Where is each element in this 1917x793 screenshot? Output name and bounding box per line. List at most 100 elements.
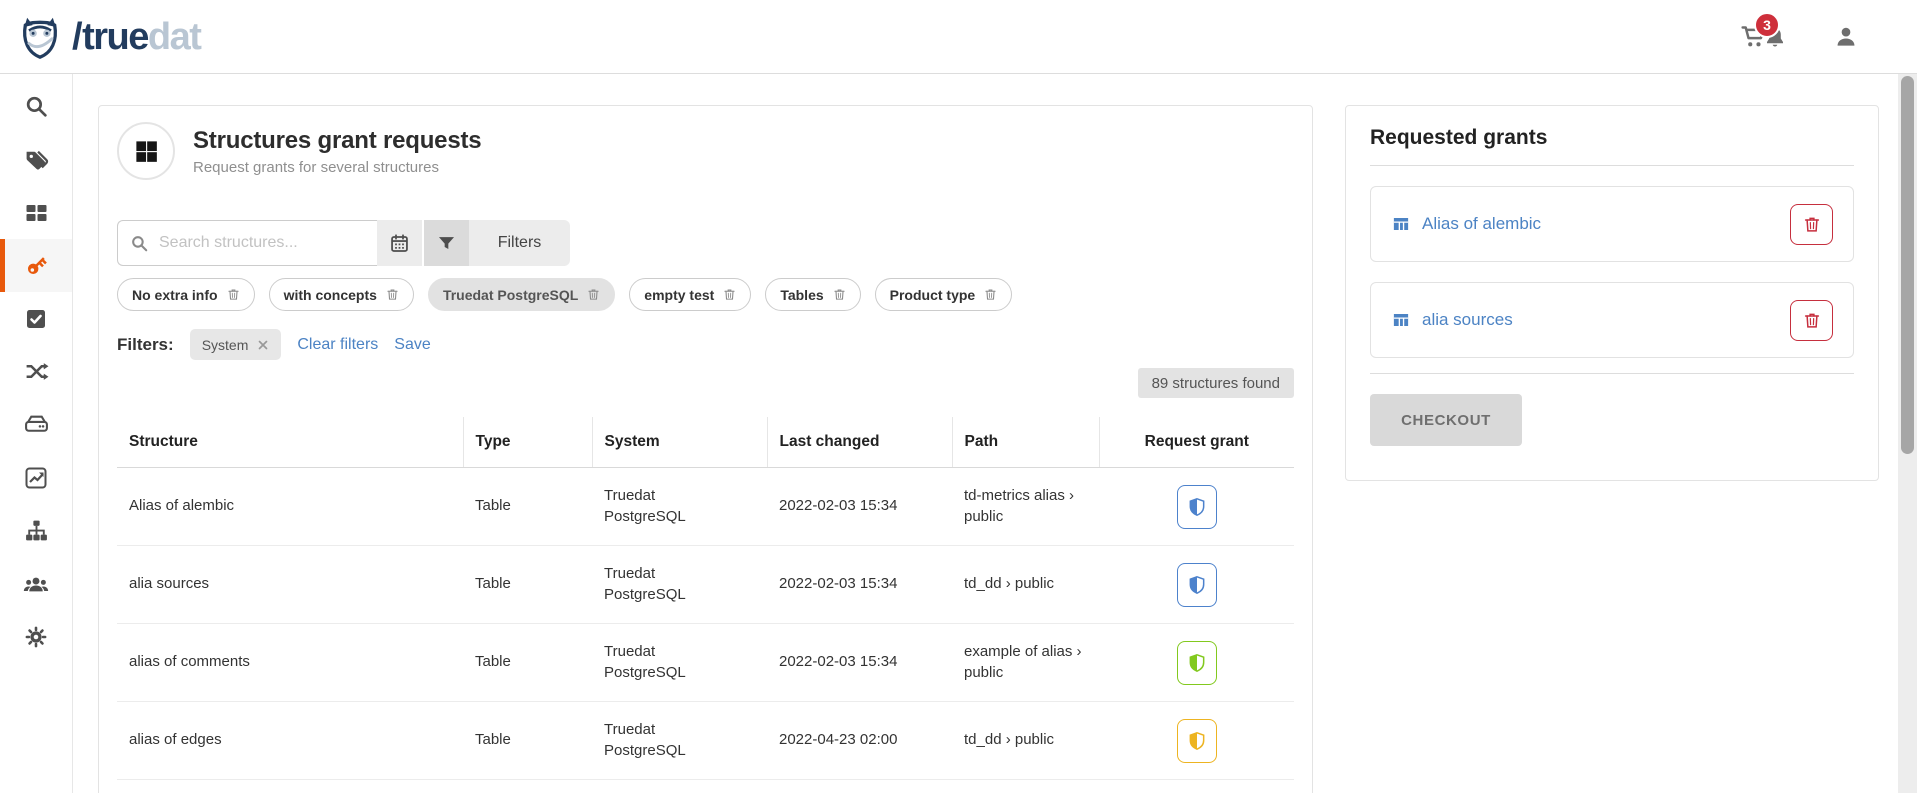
filter-chip[interactable]: Truedat PostgreSQL <box>428 278 615 311</box>
sidebar-item-relations[interactable] <box>0 345 72 398</box>
column-header-path[interactable]: Path <box>952 417 1099 468</box>
vertical-scrollbar[interactable] <box>1898 74 1917 793</box>
trash-icon[interactable] <box>227 288 240 301</box>
clear-filters-link[interactable]: Clear filters <box>297 336 378 354</box>
cell-path: td_dd › public <box>952 546 1099 624</box>
table-header-row: Structure Type System Last changed Path … <box>117 417 1294 468</box>
user-icon <box>1833 24 1859 50</box>
cell-last-changed: 2022-02-03 15:34 <box>767 546 952 624</box>
date-filter-button[interactable] <box>377 220 422 266</box>
panel-divider <box>1370 373 1854 374</box>
cell-last-changed: 2022-02-03 15:34 <box>767 468 952 546</box>
delete-grant-button[interactable] <box>1790 300 1833 341</box>
shield-icon <box>1187 496 1207 518</box>
request-grant-button[interactable] <box>1177 563 1217 607</box>
request-grant-button[interactable] <box>1177 485 1217 529</box>
search-bar: Filters <box>117 220 570 266</box>
filter-chip-label: Tables <box>780 287 823 303</box>
card-header: Structures grant requests Request grants… <box>117 122 1294 180</box>
filters-label: Filters: <box>117 335 174 355</box>
column-header-structure[interactable]: Structure <box>117 417 463 468</box>
filter-chip[interactable]: Product type <box>875 278 1013 311</box>
sidebar-item-modules[interactable] <box>0 186 72 239</box>
calendar-icon <box>389 233 410 254</box>
column-header-type[interactable]: Type <box>463 417 592 468</box>
structures-table: Structure Type System Last changed Path … <box>117 417 1294 780</box>
tags-icon <box>24 147 49 172</box>
filter-chip[interactable]: with concepts <box>269 278 414 311</box>
requested-grants-list: Alias of alembic alia sources <box>1370 186 1854 358</box>
sidebar-item-settings[interactable] <box>0 610 72 663</box>
cell-structure: alia sources <box>117 546 463 624</box>
cell-last-changed: 2022-02-03 15:34 <box>767 624 952 702</box>
request-grant-button[interactable] <box>1177 719 1217 763</box>
cell-type: Table <box>463 702 592 780</box>
filters-button[interactable]: Filters <box>469 220 570 266</box>
sidebar-item-tasks[interactable] <box>0 292 72 345</box>
panel-divider <box>1370 165 1854 166</box>
trash-icon[interactable] <box>833 288 846 301</box>
column-header-request-grant[interactable]: Request grant <box>1099 417 1294 468</box>
scrollbar-thumb[interactable] <box>1901 76 1914 454</box>
search-input[interactable] <box>159 234 365 252</box>
grid-icon <box>24 201 48 225</box>
requested-grants-panel: Requested grants Alias of alembic <box>1345 105 1879 481</box>
results-count-badge: 89 structures found <box>1138 368 1294 398</box>
sidebar-item-analytics[interactable] <box>0 451 72 504</box>
cell-path: example of alias › public <box>952 624 1099 702</box>
filter-toggle-button[interactable] <box>424 220 469 266</box>
trash-icon[interactable] <box>587 288 600 301</box>
truedat-logo[interactable]: /truedat <box>18 15 200 59</box>
cell-path: td_dd › public <box>952 702 1099 780</box>
requested-grant-item: Alias of alembic <box>1370 186 1854 262</box>
applied-filter-chip[interactable]: System <box>190 329 282 360</box>
requested-grant-item: alia sources <box>1370 282 1854 358</box>
request-grant-button[interactable] <box>1177 641 1217 685</box>
grant-requests-avatar <box>117 122 175 180</box>
cell-structure: alias of edges <box>117 702 463 780</box>
checkout-button[interactable]: CHECKOUT <box>1370 394 1522 446</box>
trash-icon[interactable] <box>386 288 399 301</box>
sidebar-item-users[interactable] <box>0 557 72 610</box>
trash-icon <box>1803 215 1821 234</box>
search-icon <box>24 94 49 119</box>
hard-drive-icon <box>24 412 49 437</box>
cell-last-changed: 2022-04-23 02:00 <box>767 702 952 780</box>
cart-notifications-button[interactable]: 3 <box>1740 24 1787 50</box>
filter-funnel-icon <box>437 234 456 253</box>
table-row: alias of edges Table Truedat PostgreSQL … <box>117 702 1294 780</box>
requested-grant-link[interactable]: alia sources <box>1422 310 1513 330</box>
table-row: Alias of alembic Table Truedat PostgreSQ… <box>117 468 1294 546</box>
shuffle-icon <box>24 359 49 384</box>
page-subtitle: Request grants for several structures <box>193 159 481 176</box>
user-menu-button[interactable] <box>1833 24 1859 50</box>
cell-path: td-metrics alias › public <box>952 468 1099 546</box>
table-body: Alias of alembic Table Truedat PostgreSQ… <box>117 468 1294 780</box>
filter-chip-label: Truedat PostgreSQL <box>443 287 578 303</box>
sidebar-item-grant-requests[interactable] <box>0 239 72 292</box>
delete-grant-button[interactable] <box>1790 204 1833 245</box>
check-square-icon <box>24 307 48 331</box>
filter-chip[interactable]: empty test <box>629 278 751 311</box>
filter-chip[interactable]: No extra info <box>117 278 255 311</box>
cart-badge: 3 <box>1754 12 1780 38</box>
remove-filter-icon[interactable] <box>257 339 269 351</box>
sidebar-item-tags[interactable] <box>0 133 72 186</box>
sidebar-item-lineage[interactable] <box>0 504 72 557</box>
trash-icon[interactable] <box>723 288 736 301</box>
panel-title: Requested grants <box>1370 126 1854 150</box>
filter-chip[interactable]: Tables <box>765 278 860 311</box>
column-header-system[interactable]: System <box>592 417 767 468</box>
requested-grant-link[interactable]: Alias of alembic <box>1422 214 1541 234</box>
column-header-last-changed[interactable]: Last changed <box>767 417 952 468</box>
structures-grant-requests-card: Structures grant requests Request grants… <box>98 105 1313 793</box>
chart-line-icon <box>24 466 48 490</box>
trash-icon[interactable] <box>984 288 997 301</box>
sidebar-item-systems[interactable] <box>0 398 72 451</box>
trash-icon <box>1803 311 1821 330</box>
cell-type: Table <box>463 546 592 624</box>
cell-type: Table <box>463 468 592 546</box>
shield-icon <box>1187 652 1207 674</box>
save-filters-link[interactable]: Save <box>394 336 430 354</box>
sidebar-item-search[interactable] <box>0 80 72 133</box>
